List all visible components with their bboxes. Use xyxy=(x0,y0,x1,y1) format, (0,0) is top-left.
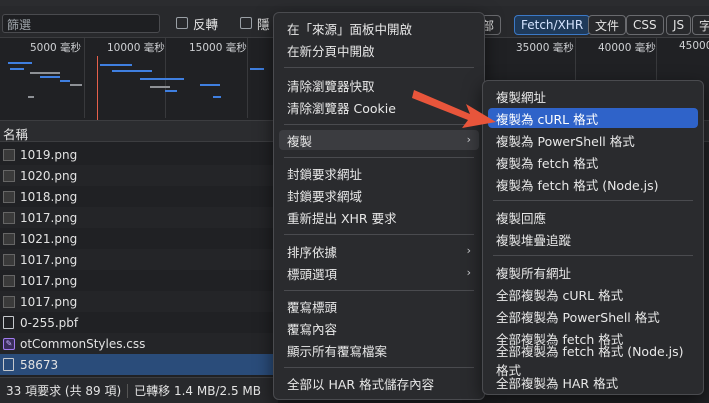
request-row[interactable]: 1019.png xyxy=(0,144,278,165)
filter-doc[interactable]: 文件 xyxy=(588,15,627,35)
menu-copy-as-fetch[interactable]: 複製為 fetch 格式 xyxy=(488,152,698,172)
menu-separator xyxy=(493,255,693,256)
request-count: 33 項要求 (共 89 項) xyxy=(6,384,122,398)
menu-copy-all-urls[interactable]: 複製所有網址 xyxy=(488,262,698,282)
image-thumbnail-icon xyxy=(3,295,15,308)
request-context-menu: 在「來源」面板中開啟 在新分頁中開啟 清除瀏覽器快取 清除瀏覽器 Cookie … xyxy=(273,12,485,400)
invert-checkbox[interactable]: 反轉 xyxy=(176,15,219,32)
transferred-size: 已轉移 1.4 MB/2.5 MB xyxy=(134,384,261,398)
dom-content-loaded-marker xyxy=(97,56,98,120)
invert-label: 反轉 xyxy=(193,16,219,32)
menu-copy-response[interactable]: 複製回應 xyxy=(488,207,698,227)
filter-input[interactable]: 篩選 xyxy=(2,14,160,33)
request-name: 0-255.pbf xyxy=(20,315,79,330)
menu-header-options[interactable]: 標頭選項 › xyxy=(279,263,479,283)
filter-fetch-xhr[interactable]: Fetch/XHR xyxy=(514,15,591,35)
menu-show-all-overrides[interactable]: 顯示所有覆寫檔案 xyxy=(279,340,479,360)
menu-copy-as-powershell[interactable]: 複製為 PowerShell 格式 xyxy=(488,130,698,150)
request-row[interactable]: 1017.png xyxy=(0,291,278,312)
tick-label: 10000 毫秒 xyxy=(107,42,165,54)
request-row[interactable]: 1017.png xyxy=(0,249,278,270)
menu-copy-all-as-har[interactable]: 全部複製為 HAR 格式 xyxy=(488,372,698,392)
request-row[interactable]: ✎ otCommonStyles.css xyxy=(0,333,278,354)
hide-label: 隱 xyxy=(257,16,270,32)
filter-css[interactable]: CSS xyxy=(626,15,664,35)
menu-block-request-url[interactable]: 封鎖要求網址 xyxy=(279,163,479,183)
image-thumbnail-icon xyxy=(3,232,15,245)
request-name: 58673 xyxy=(20,357,59,372)
devtools-network-panel: 篩選 反轉 隱 部 Fetch/XHR 文件 CSS JS 字 5000 毫秒 … xyxy=(0,0,709,403)
request-name: 1017.png xyxy=(20,294,78,309)
request-name: 1017.png xyxy=(20,252,78,267)
checkbox-icon xyxy=(176,17,188,29)
menu-copy-all-as-curl[interactable]: 全部複製為 cURL 格式 xyxy=(488,284,698,304)
menu-override-headers[interactable]: 覆寫標頭 xyxy=(279,296,479,316)
menu-separator xyxy=(284,290,474,291)
menu-save-all-as-har[interactable]: 全部以 HAR 格式儲存內容 xyxy=(279,373,479,393)
request-row[interactable]: 1021.png xyxy=(0,228,278,249)
image-thumbnail-icon xyxy=(3,169,15,182)
request-row[interactable]: 0-255.pbf xyxy=(0,312,278,333)
hide-checkbox[interactable]: 隱 xyxy=(240,15,270,32)
menu-copy-as-fetch-node[interactable]: 複製為 fetch 格式 (Node.js) xyxy=(488,174,698,194)
request-row[interactable]: 1020.png xyxy=(0,165,278,186)
request-name: 1018.png xyxy=(20,189,78,204)
image-thumbnail-icon xyxy=(3,148,15,161)
tick-label: 35000 毫秒 xyxy=(516,42,574,54)
request-name: 1019.png xyxy=(20,147,78,162)
tick-label: 45000 xyxy=(679,40,709,52)
tick-label: 15000 毫秒 xyxy=(189,42,247,54)
request-row-selected[interactable]: 58673 xyxy=(0,354,278,375)
menu-sort-by[interactable]: 排序依據 › xyxy=(279,241,479,261)
menu-open-in-new-tab[interactable]: 在新分頁中開啟 xyxy=(279,40,479,60)
menu-copy-as-curl[interactable]: 複製為 cURL 格式 xyxy=(488,108,698,128)
menu-replay-xhr[interactable]: 重新提出 XHR 要求 xyxy=(279,207,479,227)
chevron-right-icon: › xyxy=(466,133,471,146)
request-row[interactable]: 1017.png xyxy=(0,270,278,291)
css-file-icon: ✎ xyxy=(3,337,15,350)
menu-copy-stack-trace[interactable]: 複製堆疊追蹤 xyxy=(488,229,698,249)
chevron-right-icon: › xyxy=(466,244,471,257)
image-thumbnail-icon xyxy=(3,211,15,224)
menu-copy-all-as-fetch-node[interactable]: 全部複製為 fetch 格式 (Node.js) 格式 xyxy=(488,344,698,378)
image-thumbnail-icon xyxy=(3,274,15,287)
filter-js[interactable]: JS xyxy=(666,15,692,35)
menu-separator xyxy=(284,157,474,158)
menu-copy-url[interactable]: 複製網址 xyxy=(488,86,698,106)
menu-separator xyxy=(493,200,693,201)
menu-copy-all-as-powershell[interactable]: 全部複製為 PowerShell 格式 xyxy=(488,306,698,326)
status-bar: 33 項要求 (共 89 項) 已轉移 1.4 MB/2.5 MB xyxy=(0,377,278,403)
menu-override-content[interactable]: 覆寫內容 xyxy=(279,318,479,338)
menu-block-request-domain[interactable]: 封鎖要求網域 xyxy=(279,185,479,205)
tick-label: 5000 毫秒 xyxy=(30,42,82,54)
request-name: 1020.png xyxy=(20,168,78,183)
menu-open-in-sources[interactable]: 在「來源」面板中開啟 xyxy=(279,18,479,38)
menu-separator xyxy=(284,367,474,368)
document-icon xyxy=(3,316,14,329)
image-thumbnail-icon xyxy=(3,253,15,266)
chevron-right-icon: › xyxy=(466,266,471,279)
request-name: 1017.png xyxy=(20,210,78,225)
request-row[interactable]: 1017.png xyxy=(0,207,278,228)
annotation-arrow-icon xyxy=(412,90,496,128)
document-icon xyxy=(3,358,14,371)
request-name: otCommonStyles.css xyxy=(20,336,146,351)
request-name: 1017.png xyxy=(20,273,78,288)
tick-label: 40000 毫秒 xyxy=(598,42,656,54)
request-name: 1021.png xyxy=(20,231,78,246)
request-row[interactable]: 1018.png xyxy=(0,186,278,207)
image-thumbnail-icon xyxy=(3,190,15,203)
menu-separator xyxy=(284,67,474,68)
name-column-header[interactable]: 名稱 xyxy=(3,124,28,143)
filter-font[interactable]: 字 xyxy=(692,15,709,35)
menu-separator xyxy=(284,234,474,235)
copy-submenu: 複製網址 複製為 cURL 格式 複製為 PowerShell 格式 複製為 f… xyxy=(482,80,704,395)
checkbox-icon xyxy=(240,17,252,29)
